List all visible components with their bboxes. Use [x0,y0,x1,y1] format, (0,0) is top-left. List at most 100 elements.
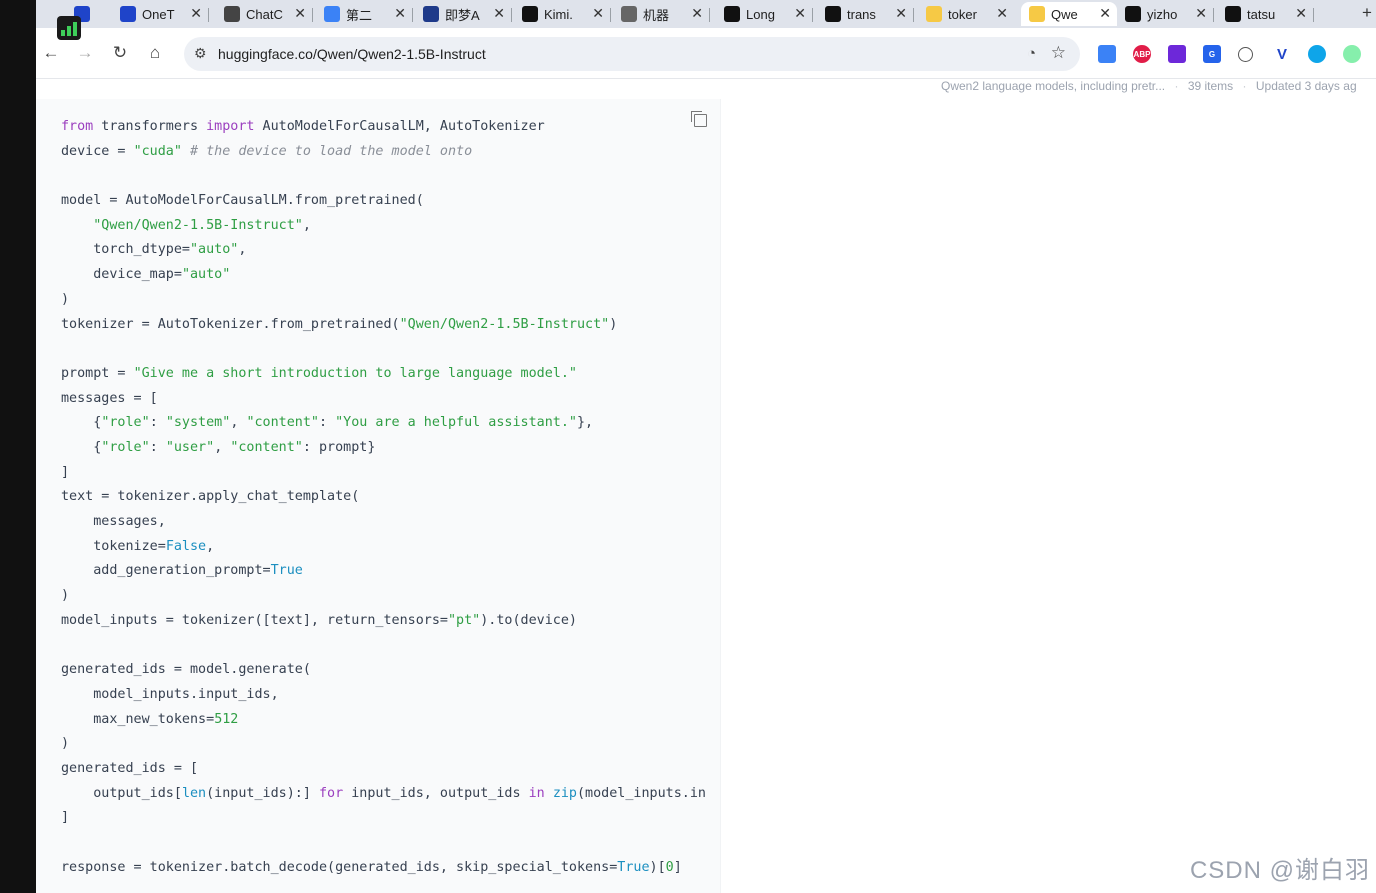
github-icon [1225,6,1241,22]
code-token: input_ids, output_ids [343,785,529,801]
code-token: "system" [165,415,231,431]
code-token: "role" [101,415,150,431]
site-info-icon[interactable]: ⚙ [194,45,207,62]
tab-label: 即梦A [445,7,480,23]
code-line: ) [61,584,706,609]
tab-label: 第二 [346,7,373,23]
tab-separator [610,8,611,22]
tab-close-icon[interactable]: ✕ [1295,5,1307,22]
circle-extension-icon[interactable] [1238,47,1253,62]
tab-close-icon[interactable]: ✕ [1195,5,1207,22]
collection-items-count: 39 items [1187,79,1234,93]
tab-2[interactable]: ChatC ✕ [216,2,312,26]
code-token: False [165,538,207,554]
translate-icon[interactable]: G [1203,45,1221,63]
back-arrow-icon[interactable]: ← [41,43,61,63]
code-token: : prompt} [302,439,376,455]
code-line: ] [61,461,706,486]
browser-toolbar: ← → ↻ ⌂ ⚙ huggingface.co/Qwen/Qwen2-1.5B… [36,28,1376,79]
tab-4[interactable]: 即梦A ✕ [415,2,511,26]
v-extension-icon[interactable]: V [1273,45,1291,63]
tab-close-icon[interactable]: ✕ [794,5,806,22]
openai-icon [224,6,240,22]
address-bar[interactable]: ⚙ huggingface.co/Qwen/Qwen2-1.5B-Instruc… [184,37,1080,71]
tab-close-icon[interactable]: ✕ [895,5,907,22]
tab-close-icon[interactable]: ✕ [190,5,202,22]
tab-separator [412,8,413,22]
code-token: ] [61,810,70,826]
tab-3[interactable]: 第二 ✕ [316,2,412,26]
tab-close-icon[interactable]: ✕ [691,5,703,22]
code-token: zip [552,785,577,801]
extension-diamond-icon[interactable] [1098,45,1116,63]
code-token: in [528,785,545,801]
bar-chart-app-icon[interactable] [57,16,81,40]
code-line: text = tokenizer.apply_chat_template( [61,485,706,510]
tab-12[interactable]: tatsu ✕ [1217,2,1313,26]
tab-11[interactable]: yizho ✕ [1117,2,1213,26]
forward-arrow-icon[interactable]: → [75,43,95,63]
tab-separator [511,8,512,22]
tab-8[interactable]: trans ✕ [817,2,913,26]
tab-label: Kimi. [544,6,573,22]
bookmark-star-icon[interactable]: ☆ [1051,43,1066,63]
reload-icon[interactable]: ↻ [110,43,130,63]
code-token: { [61,415,102,431]
tab-label: Qwe [1051,6,1078,22]
code-block: from transformers import AutoModelForCau… [61,115,706,880]
code-token: "Qwen/Qwen2-1.5B-Instruct" [399,316,610,332]
tab-separator [913,8,914,22]
code-token: ) [61,588,70,604]
tab-close-icon[interactable]: ✕ [592,5,604,22]
code-line: ) [61,288,706,313]
tab-6[interactable]: 机器 ✕ [613,2,709,26]
code-token: messages, [61,514,166,529]
code-line: {"role": "system", "content": "You are a… [61,411,706,436]
code-token: generated_ids = [ [61,760,199,776]
code-token: prompt = [61,365,134,381]
code-line: generated_ids = model.generate( [61,658,706,683]
home-icon[interactable]: ⌂ [145,43,165,63]
tab-9[interactable]: toker ✕ [918,2,1014,26]
performance-icon[interactable]: ◔ [1027,45,1036,62]
docs-icon [324,6,340,22]
profile-extension-icon[interactable] [1343,45,1361,63]
tab-close-icon[interactable]: ✕ [996,5,1008,22]
tab-5[interactable]: Kimi. ✕ [514,2,610,26]
code-token: ] [673,859,682,875]
code-line: messages, [61,510,706,535]
sync-extension-icon[interactable] [1308,45,1326,63]
code-token: from [61,119,94,134]
code-token: (model_inputs.in [577,785,706,801]
code-token: messages = [ [61,390,158,406]
github-icon [1125,6,1141,22]
url-text[interactable]: huggingface.co/Qwen/Qwen2-1.5B-Instruct [218,46,486,62]
code-token: ] [61,464,70,480]
tab-close-icon[interactable]: ✕ [294,5,306,22]
code-token: : [149,415,166,431]
collection-description[interactable]: Qwen2 language models, including pretr..… [941,79,1165,93]
code-token: "content" [230,439,303,455]
tab-close-icon[interactable]: ✕ [493,5,505,22]
code-line: model_inputs.input_ids, [61,683,706,708]
extension-grid-icon[interactable] [1168,45,1186,63]
code-token: 512 [214,711,239,727]
code-line: device = "cuda" # the device to load the… [61,140,706,165]
tab-10[interactable]: Qwe ✕ [1021,2,1117,26]
kimi-icon [522,6,538,22]
code-line: tokenize=False, [61,535,706,560]
code-token: tokenize= [61,538,166,554]
tab-close-icon[interactable]: ✕ [1099,5,1111,22]
code-token: True [270,563,303,579]
tab-7[interactable]: Long ✕ [716,2,812,26]
tab-close-icon[interactable]: ✕ [394,5,406,22]
code-token: : [149,439,166,455]
code-token: (input_ids):] [206,785,319,801]
adblock-icon[interactable]: ABP [1133,45,1151,63]
new-tab-button[interactable]: + [1362,3,1372,23]
tab-1[interactable]: OneT ✕ [112,2,208,26]
tab-separator [312,8,313,22]
